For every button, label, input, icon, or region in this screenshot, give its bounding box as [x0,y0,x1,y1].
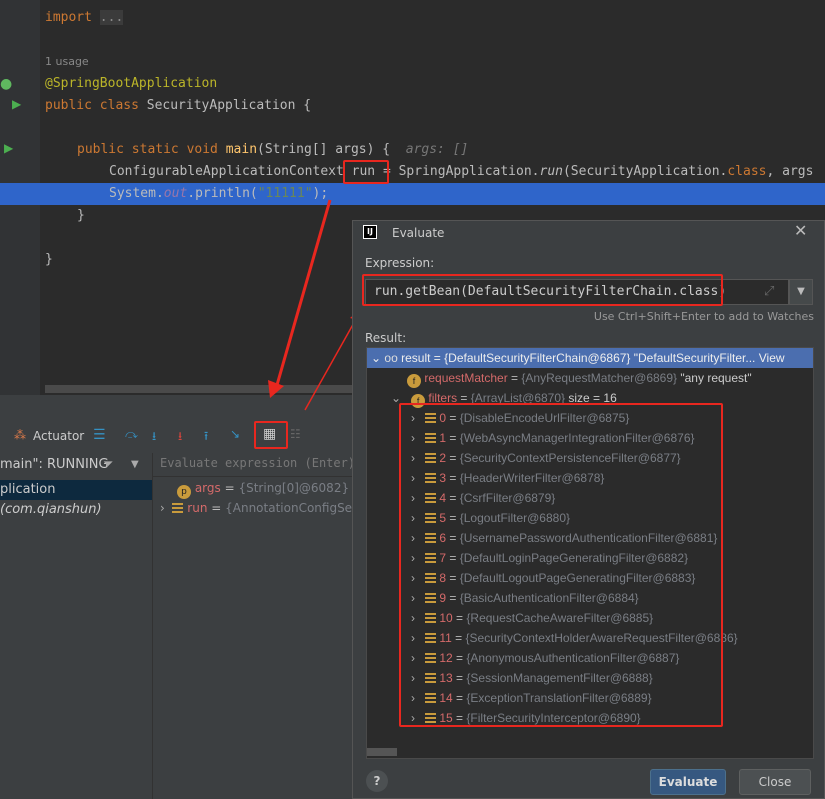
tree-row-result[interactable]: ⌄ oo result = {DefaultSecurityFilterChai… [367,348,813,368]
evaluate-button[interactable]: Evaluate [650,769,726,795]
horizontal-scrollbar[interactable] [367,748,397,756]
chevron-down-icon: ⌄ [371,351,382,365]
close-button[interactable]: Close [739,769,811,795]
result-label: Result: [365,331,407,345]
annotation-box-expression [362,274,723,306]
tree-row-request-matcher[interactable]: f requestMatcher = {AnyRequestMatcher@68… [367,368,813,388]
expression-history-dropdown[interactable]: ▼ [789,279,813,305]
help-button[interactable]: ? [366,770,388,792]
intellij-logo-icon: IJ [363,225,377,239]
expression-label: Expression: [365,256,435,270]
view-link[interactable]: View [759,351,785,365]
field-icon: f [407,374,421,388]
evaluate-dialog: IJ Evaluate ✕ Expression: run.getBean(De… [352,220,825,799]
close-icon[interactable]: ✕ [794,221,807,240]
annotation-box-filters [399,403,723,727]
watches-hint: Use Ctrl+Shift+Enter to add to Watches [593,310,814,323]
dialog-title: Evaluate [392,226,445,240]
